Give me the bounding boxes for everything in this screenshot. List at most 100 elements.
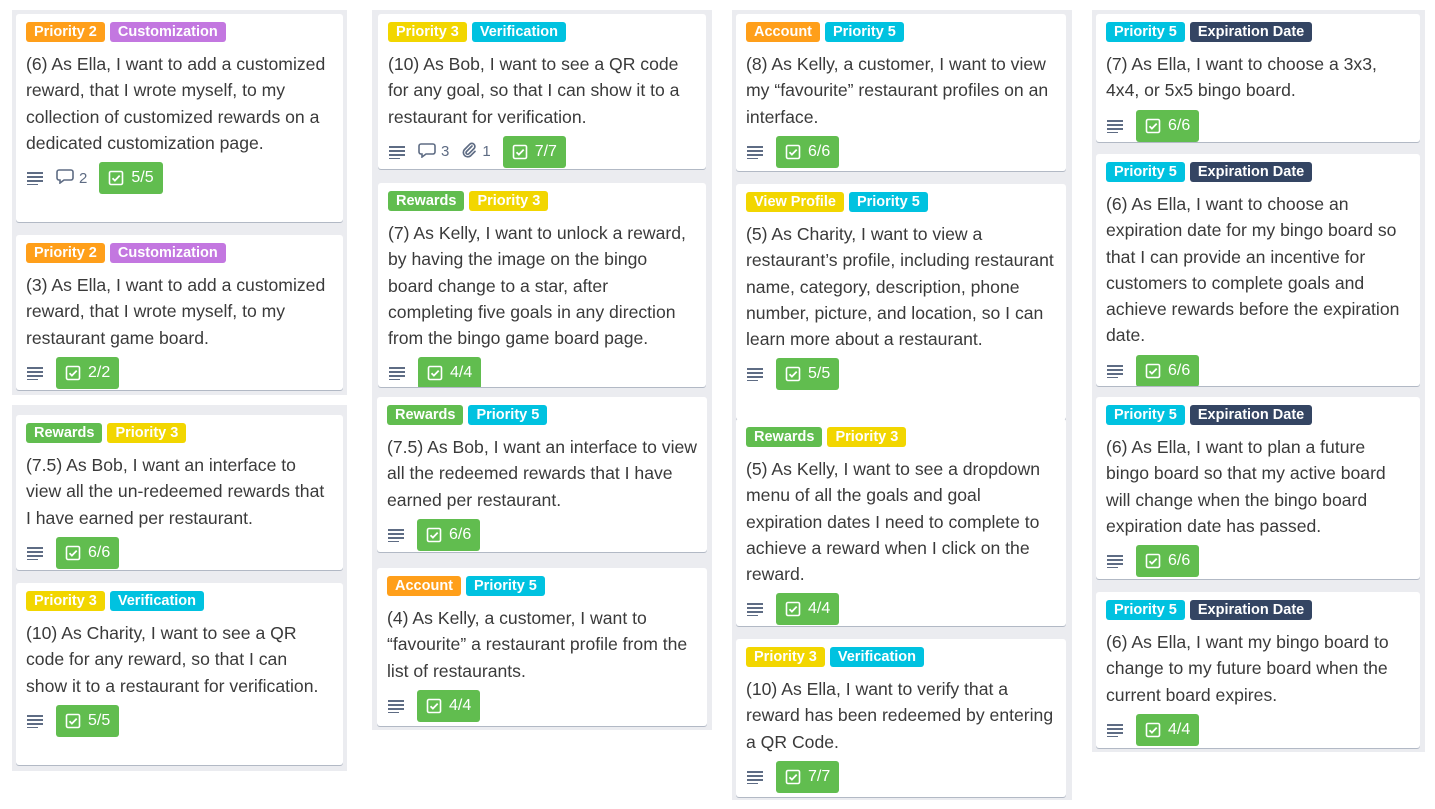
card-8[interactable]: Account Priority 5 (4) As Kelly, a custome… xyxy=(377,568,707,726)
card-labels: Priority 5 Expiration Date xyxy=(1106,162,1410,184)
card-labels: Account Priority 5 xyxy=(387,576,697,598)
label-badge[interactable]: Priority 3 xyxy=(388,22,467,42)
card-labels: Priority 5 Expiration Date xyxy=(1106,22,1410,44)
label-badge[interactable]: Priority 3 xyxy=(107,423,187,443)
checklist-badge: 6/6 xyxy=(1136,109,1200,142)
description-lines-icon xyxy=(26,171,44,186)
label-badge[interactable]: Priority 5 xyxy=(1106,22,1185,42)
label-badge[interactable]: Priority 3 xyxy=(26,591,105,611)
label-badge[interactable]: Priority 5 xyxy=(1106,405,1185,425)
card-badges: 6/6 xyxy=(26,536,333,569)
description-lines-icon xyxy=(388,366,406,381)
description-lines-icon xyxy=(26,714,44,728)
card-11[interactable]: Rewards Priority 3 (5) As Kelly, I want to… xyxy=(736,419,1066,626)
card-labels: Priority 5 Expiration Date xyxy=(1106,600,1410,622)
checklist-icon xyxy=(1145,722,1161,738)
label-badge[interactable]: Priority 3 xyxy=(469,191,549,211)
checklist-badge: 5/5 xyxy=(99,162,163,195)
card-badges: 3 1 7/7 xyxy=(388,135,696,168)
card-title: (5) As Charity, I want to view a restaur… xyxy=(746,224,1054,350)
card-labels: Priority 3 Verification xyxy=(26,591,333,613)
card-1[interactable]: Priority 2 Customization (6) As Ella, I wa… xyxy=(16,14,343,222)
card-labels: Priority 3 Verification xyxy=(746,647,1056,669)
card-labels: Priority 5 Expiration Date xyxy=(1106,405,1410,427)
label-badge[interactable]: Account xyxy=(387,576,461,596)
description-lines-icon xyxy=(388,145,406,159)
card-13[interactable]: Priority 5 Expiration Date (7) As Ella, I … xyxy=(1096,14,1420,142)
card-14[interactable]: Priority 5 Expiration Date (6) As Ella, I … xyxy=(1096,154,1420,386)
label-badge[interactable]: Priority 3 xyxy=(746,647,825,667)
checklist-count: 6/6 xyxy=(1168,552,1191,570)
description-lines-icon xyxy=(746,367,764,382)
checklist-count: 4/4 xyxy=(1168,720,1191,738)
card-2[interactable]: Priority 2 Customization (3) As Ella, I wa… xyxy=(16,235,343,390)
label-badge[interactable]: Expiration Date xyxy=(1189,405,1313,425)
card-9[interactable]: Account Priority 5 (8) As Kelly, a custome… xyxy=(736,14,1066,171)
label-badge[interactable]: Priority 5 xyxy=(466,576,545,596)
card-title: (6) As Ella, I want to add a customized … xyxy=(26,54,326,153)
label-badge[interactable]: Customization xyxy=(109,22,226,42)
label-badge[interactable]: Verification xyxy=(109,591,205,611)
label-badge[interactable]: Rewards xyxy=(388,191,465,211)
checklist-icon xyxy=(785,366,801,382)
label-badge[interactable]: Verification xyxy=(471,22,567,42)
card-15[interactable]: Priority 5 Expiration Date (6) As Ella, I … xyxy=(1096,397,1420,579)
label-badge[interactable]: Priority 5 xyxy=(1106,600,1185,620)
label-badge[interactable]: Expiration Date xyxy=(1189,162,1313,182)
attachment-count: 1 xyxy=(482,143,491,161)
label-badge[interactable]: Verification xyxy=(829,647,925,667)
label-badge[interactable]: Account xyxy=(746,22,820,42)
checklist-badge: 4/4 xyxy=(776,593,840,626)
comment-count-badge: 3 xyxy=(418,142,449,162)
card-badges: 6/6 xyxy=(1106,109,1410,142)
comment-count: 2 xyxy=(79,169,88,187)
checklist-badge: 7/7 xyxy=(776,760,840,793)
card-labels: Rewards Priority 5 xyxy=(387,405,697,427)
card-title: (7.5) As Bob, I want an interface to vie… xyxy=(26,455,325,528)
card-12[interactable]: Priority 3 Verification (10) As Ella, I wa… xyxy=(736,639,1066,797)
card-5[interactable]: Priority 3 Verification (10) As Bob, I wan… xyxy=(378,14,706,169)
label-badge[interactable]: Priority 2 xyxy=(26,243,105,263)
comment-count-badge: 2 xyxy=(56,168,87,188)
card-title: (5) As Kelly, I want to see a dropdown m… xyxy=(746,459,1041,585)
comment-count: 3 xyxy=(441,143,450,161)
label-badge[interactable]: Rewards xyxy=(387,405,464,425)
description-lines-icon xyxy=(746,145,764,159)
description-lines-icon xyxy=(746,770,764,784)
label-badge[interactable]: Rewards xyxy=(746,427,823,447)
checklist-icon xyxy=(65,713,81,729)
checklist-badge: 6/6 xyxy=(1136,545,1200,578)
card-6[interactable]: Rewards Priority 3 (7) As Kelly, I want to… xyxy=(378,183,706,387)
card-title: (3) As Ella, I want to add a customized … xyxy=(26,275,326,348)
card-title: (6) As Ella, I want to choose an expirat… xyxy=(1106,194,1400,346)
label-badge[interactable]: Priority 5 xyxy=(1106,162,1185,182)
description-lines-icon xyxy=(1106,119,1124,133)
label-badge[interactable]: View Profile xyxy=(746,192,844,212)
label-badge[interactable]: Expiration Date xyxy=(1189,600,1313,620)
card-10[interactable]: View Profile Priority 5 (5) As Charity, I … xyxy=(736,184,1066,420)
label-badge[interactable]: Priority 5 xyxy=(825,22,904,42)
label-badge[interactable]: Priority 3 xyxy=(827,427,907,447)
label-badge[interactable]: Rewards xyxy=(26,423,103,443)
label-badge[interactable]: Priority 2 xyxy=(26,22,105,42)
card-title: (7) As Kelly, I want to unlock a reward,… xyxy=(388,223,686,349)
comment-icon xyxy=(56,168,74,188)
label-badge[interactable]: Expiration Date xyxy=(1189,22,1313,42)
card-4[interactable]: Priority 3 Verification (10) As Charity, I… xyxy=(16,583,343,765)
card-badges: 6/6 xyxy=(746,135,1056,168)
label-badge[interactable]: Priority 5 xyxy=(468,405,548,425)
checklist-icon xyxy=(108,170,124,186)
description-lines-icon xyxy=(387,528,405,542)
checklist-count: 5/5 xyxy=(88,711,111,729)
checklist-count: 5/5 xyxy=(808,365,831,383)
card-badges: 6/6 xyxy=(1106,354,1410,386)
card-labels: Account Priority 5 xyxy=(746,22,1056,44)
card-labels: Rewards Priority 3 xyxy=(388,191,696,213)
card-16[interactable]: Priority 5 Expiration Date (6) As Ella, I … xyxy=(1096,592,1420,748)
label-badge[interactable]: Priority 5 xyxy=(848,192,928,212)
card-3[interactable]: Rewards Priority 3 (7.5) As Bob, I want an… xyxy=(16,415,343,570)
checklist-badge: 2/2 xyxy=(56,356,120,389)
label-badge[interactable]: Customization xyxy=(109,243,226,263)
checklist-icon xyxy=(65,365,81,381)
card-7[interactable]: Rewards Priority 5 (7.5) As Bob, I want an… xyxy=(377,397,707,552)
